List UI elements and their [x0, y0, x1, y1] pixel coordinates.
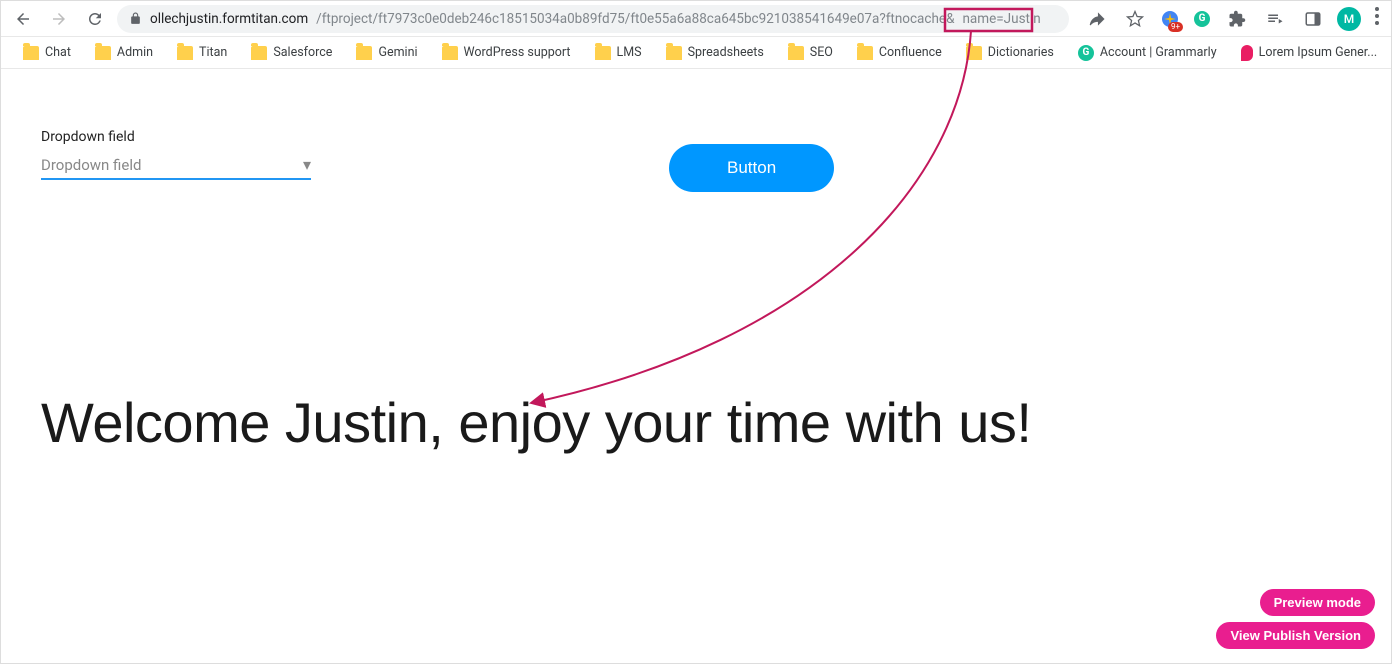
bookmark-label: Titan [199, 45, 227, 60]
bookmark-item[interactable]: Gemini [350, 41, 423, 64]
bookmark-label: Confluence [879, 45, 942, 60]
bookmark-label: SEO [810, 45, 833, 60]
floating-pills: Preview mode View Publish Version [1216, 589, 1375, 649]
folder-icon [23, 46, 39, 60]
folder-icon [95, 46, 111, 60]
pin-icon [1241, 45, 1253, 61]
primary-button[interactable]: Button [669, 144, 834, 192]
share-button[interactable] [1083, 5, 1111, 33]
dropdown-field[interactable]: Dropdown field ▾ [41, 151, 311, 180]
folder-icon [666, 46, 682, 60]
sidepanel-button[interactable] [1299, 5, 1327, 33]
playlist-button[interactable] [1261, 5, 1289, 33]
toolbar-right-icons: 9+ G M [1077, 5, 1383, 33]
lock-icon [129, 12, 142, 25]
folder-icon [177, 46, 193, 60]
url-query: name=Justin [962, 11, 1040, 27]
url-host: ollechjustin.formtitan.com [150, 11, 308, 27]
arrow-left-icon [14, 10, 32, 28]
bookmark-item[interactable]: Chat [17, 41, 77, 64]
bookmark-item[interactable]: Lorem Ipsum Gener... [1235, 41, 1384, 65]
extension-grammarly[interactable]: G [1191, 8, 1213, 30]
extension-badge: 9+ [1168, 22, 1183, 32]
welcome-heading: Welcome Justin, enjoy your time with us! [41, 390, 1351, 455]
puzzle-icon [1228, 10, 1246, 28]
view-publish-button[interactable]: View Publish Version [1216, 622, 1375, 649]
bookmark-item[interactable]: SEO [782, 41, 839, 64]
bookmark-item[interactable]: LMS [589, 41, 648, 64]
arrow-right-icon [50, 10, 68, 28]
url-bar[interactable]: ollechjustin.formtitan.com/ftproject/ft7… [117, 5, 1069, 33]
bookmark-label: Gemini [378, 45, 417, 60]
bookmark-label: Account | Grammarly [1100, 45, 1217, 60]
folder-icon [966, 46, 982, 60]
bookmark-item[interactable]: Titan [171, 41, 233, 64]
profile-avatar[interactable]: M [1337, 7, 1361, 31]
bookmark-label: LMS [617, 45, 642, 60]
forward-button[interactable] [45, 5, 73, 33]
chevron-down-icon: ▾ [303, 155, 311, 174]
dropdown-group: Dropdown field Dropdown field ▾ [41, 129, 311, 180]
dropdown-placeholder: Dropdown field [41, 156, 141, 174]
extension-colorful[interactable]: 9+ [1159, 8, 1181, 30]
folder-icon [857, 46, 873, 60]
bookmark-label: Lorem Ipsum Gener... [1259, 45, 1378, 60]
bookmark-label: Spreadsheets [688, 45, 764, 60]
reload-icon [86, 10, 104, 28]
bookmarks-bar: Chat Admin Titan Salesforce Gemini WordPress … [1, 37, 1391, 69]
sidepanel-icon [1304, 10, 1322, 28]
folder-icon [595, 46, 611, 60]
page-content: Dropdown field Dropdown field ▾ Button W… [1, 69, 1391, 455]
folder-icon [788, 46, 804, 60]
bookmark-item[interactable]: Dictionaries [960, 41, 1060, 64]
folder-icon [442, 46, 458, 60]
grammarly-icon: G [1078, 45, 1094, 61]
star-icon [1126, 10, 1144, 28]
folder-icon [356, 46, 372, 60]
bookmark-item[interactable]: Salesforce [245, 41, 338, 64]
back-button[interactable] [9, 5, 37, 33]
folder-icon [251, 46, 267, 60]
bookmark-item[interactable]: WordPress support [436, 41, 577, 64]
grammarly-icon: G [1194, 11, 1210, 27]
browser-toolbar: ollechjustin.formtitan.com/ftproject/ft7… [1, 1, 1391, 37]
chrome-menu-button[interactable] [1371, 7, 1383, 30]
bookmark-label: Salesforce [273, 45, 332, 60]
bookmark-label: WordPress support [464, 45, 571, 60]
bookmark-star-button[interactable] [1121, 5, 1149, 33]
bookmark-label: Dictionaries [988, 45, 1054, 60]
share-icon [1088, 10, 1106, 28]
bookmark-label: Admin [117, 45, 153, 60]
kebab-icon [1375, 7, 1379, 25]
url-path: /ftproject/ft7973c0e0deb246c18515034a0b8… [316, 11, 954, 27]
dropdown-label: Dropdown field [41, 129, 311, 145]
bookmark-item[interactable]: Confluence [851, 41, 948, 64]
bookmark-item[interactable]: Spreadsheets [660, 41, 770, 64]
playlist-icon [1266, 10, 1284, 28]
extensions-button[interactable] [1223, 5, 1251, 33]
reload-button[interactable] [81, 5, 109, 33]
bookmark-item[interactable]: G Account | Grammarly [1072, 41, 1223, 65]
avatar-initial: M [1344, 12, 1355, 26]
bookmark-item[interactable]: Admin [89, 41, 159, 64]
bookmark-label: Chat [45, 45, 71, 60]
preview-mode-button[interactable]: Preview mode [1260, 589, 1375, 616]
